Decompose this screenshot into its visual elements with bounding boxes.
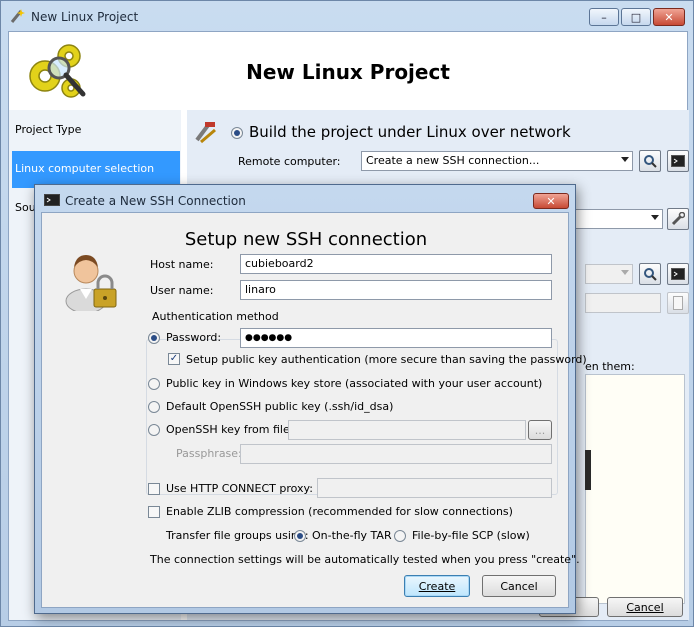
create-label: Create	[418, 579, 456, 593]
user-lock-icon	[65, 255, 117, 311]
search-computer-button[interactable]	[639, 150, 661, 172]
close-icon: ✕	[546, 194, 556, 208]
user-name-input[interactable]: linaro	[240, 280, 552, 300]
sidebar-item-label: Project Type	[15, 123, 82, 136]
maximize-button[interactable]: □	[621, 8, 651, 26]
http-proxy-input	[317, 478, 552, 498]
key-file-radio[interactable]	[148, 424, 160, 436]
info-list-area	[585, 374, 685, 604]
terminal-button-2[interactable]	[667, 263, 689, 285]
sidebar-item-linux-computer-selection[interactable]: Linux computer selection	[12, 151, 180, 188]
maximize-icon: □	[630, 10, 642, 24]
auth-method-label: Authentication method	[150, 310, 281, 323]
password-input[interactable]: ●●●●●●	[240, 328, 552, 348]
passphrase-input	[240, 444, 552, 464]
main-titlebar[interactable]: New Linux Project – □ ✕	[1, 1, 693, 31]
search-button-2[interactable]	[639, 263, 661, 285]
partial-label: en them:	[585, 360, 635, 373]
build-network-radio[interactable]	[231, 127, 243, 139]
disabled-combo	[585, 264, 633, 284]
close-icon: ✕	[664, 10, 674, 24]
minimize-icon: –	[601, 10, 607, 24]
wizard-header-title: New Linux Project	[246, 60, 450, 84]
dialog-close-button[interactable]: ✕	[533, 193, 569, 209]
setup-pubkey-label: Setup public key authentication (more se…	[186, 353, 587, 366]
transfer-label: Transfer file groups using:	[166, 529, 309, 542]
password-label: Password:	[166, 331, 222, 344]
terminal-icon	[671, 268, 685, 280]
dialog-heading: Setup new SSH connection	[184, 229, 428, 250]
tar-radio[interactable]	[294, 530, 306, 542]
magnifier-icon	[644, 155, 657, 168]
remote-computer-value: Create a new SSH connection...	[366, 154, 540, 167]
main-window-title: New Linux Project	[31, 10, 139, 24]
minimize-button[interactable]: –	[589, 8, 619, 26]
dialog-title: Create a New SSH Connection	[65, 194, 246, 208]
user-name-label: User name:	[150, 284, 214, 297]
http-proxy-checkbox[interactable]	[148, 483, 160, 495]
zlib-checkbox[interactable]	[148, 506, 160, 518]
zlib-label: Enable ZLIB compression (recommended for…	[166, 505, 513, 518]
tar-label: On-the-fly TAR	[312, 529, 392, 542]
file-icon	[673, 296, 683, 310]
chevron-down-icon	[651, 215, 659, 220]
configure-button[interactable]	[667, 208, 689, 230]
tools-icon	[195, 122, 216, 144]
sidebar-item-project-type[interactable]: Project Type	[12, 112, 180, 149]
terminal-icon	[44, 194, 60, 206]
sidebar-item-label: Linux computer selection	[15, 162, 155, 175]
main-cancel-button[interactable]: Cancel	[607, 597, 683, 617]
default-key-label: Default OpenSSH public key (.ssh/id_dsa)	[166, 400, 394, 413]
host-name-label: Host name:	[150, 258, 214, 271]
password-radio[interactable]	[148, 332, 160, 344]
terminal-icon	[671, 155, 685, 167]
remote-computer-label: Remote computer:	[238, 155, 341, 168]
setup-pubkey-checkbox[interactable]: ✓	[168, 353, 180, 365]
chevron-down-icon	[621, 157, 629, 162]
key-file-browse-button[interactable]: ...	[528, 420, 552, 440]
disabled-field	[585, 293, 661, 313]
scp-label: File-by-file SCP (slow)	[412, 529, 530, 542]
test-note: The connection settings will be automati…	[150, 553, 580, 566]
windows-key-radio[interactable]	[148, 378, 160, 390]
build-network-label: Build the project under Linux over netwo…	[249, 123, 571, 141]
wrench-icon	[671, 212, 685, 226]
http-proxy-label: Use HTTP CONNECT proxy:	[166, 482, 313, 495]
host-name-input[interactable]: cubieboard2	[240, 254, 552, 274]
wizard-header: New Linux Project	[9, 32, 687, 110]
terminal-button[interactable]	[667, 150, 689, 172]
default-key-radio[interactable]	[148, 401, 160, 413]
dialog-client-area: Setup new SSH connection Host name: cubi…	[41, 212, 587, 608]
main-cancel-label: Cancel	[626, 600, 664, 614]
close-button[interactable]: ✕	[653, 8, 685, 26]
key-file-label: OpenSSH key from file:	[166, 423, 294, 436]
passphrase-label: Passphrase:	[176, 447, 242, 460]
chevron-down-icon	[621, 270, 629, 275]
scp-radio[interactable]	[394, 530, 406, 542]
remote-computer-combo[interactable]: Create a new SSH connection...	[361, 151, 633, 171]
windows-key-label: Public key in Windows key store (associa…	[166, 377, 543, 390]
dialog-cancel-label: Cancel	[500, 579, 538, 593]
project-wizard-icon	[10, 9, 25, 23]
create-button[interactable]: Create	[404, 575, 470, 597]
magnifier-icon	[644, 268, 657, 281]
dialog-cancel-button[interactable]: Cancel	[482, 575, 556, 597]
browse-button-disabled	[667, 292, 689, 314]
ssh-dialog: Create a New SSH Connection ✕ Setup new …	[34, 184, 587, 614]
dialog-titlebar[interactable]: Create a New SSH Connection ✕	[35, 185, 575, 212]
partial-dark-element	[585, 450, 591, 490]
key-file-input	[288, 420, 526, 440]
